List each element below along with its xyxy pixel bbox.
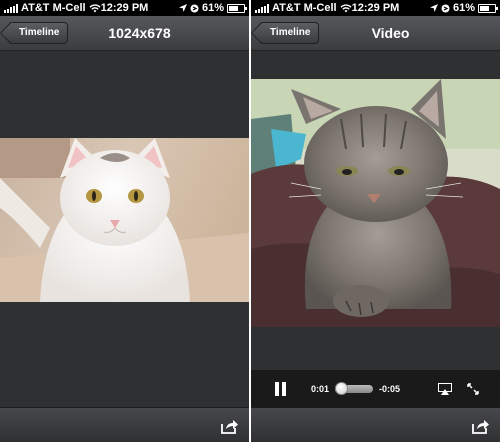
battery-icon [227, 3, 247, 13]
back-button-timeline[interactable]: Timeline [8, 22, 69, 44]
lock-icon [190, 4, 199, 12]
navigation-bar: Timeline 1024x678 [0, 16, 249, 51]
video-controls: 0:01 -0:05 [251, 370, 500, 408]
pause-icon[interactable] [275, 382, 289, 396]
lock-icon [441, 4, 450, 12]
time-remaining: -0:05 [379, 384, 401, 394]
battery-percent: 61% [201, 2, 224, 14]
share-icon[interactable] [219, 416, 239, 436]
battery-percent: 61% [452, 2, 475, 14]
photo-canvas[interactable] [0, 52, 249, 407]
video-scrubber[interactable] [335, 382, 374, 395]
share-icon[interactable] [470, 416, 490, 436]
status-bar: AT&T M-Cell 12:29 PM 61% [0, 0, 249, 16]
photo-viewer-screen: AT&T M-Cell 12:29 PM 61% Timeline 1024x6… [0, 0, 249, 442]
carrier-label: AT&T M-Cell [21, 2, 86, 14]
wifi-icon [340, 3, 352, 12]
location-icon [178, 4, 187, 12]
video-player-screen: AT&T M-Cell 12:29 PM 61% Timeline Video [251, 0, 500, 442]
scrubber-thumb[interactable] [335, 382, 349, 395]
fullscreen-icon[interactable] [467, 383, 479, 395]
signal-icon [255, 3, 269, 13]
wifi-icon [89, 3, 101, 12]
airplay-icon[interactable] [438, 383, 453, 395]
back-button-label: Timeline [270, 27, 311, 38]
status-bar: AT&T M-Cell 12:29 PM 61% [251, 0, 500, 16]
back-button-label: Timeline [19, 27, 60, 38]
location-icon [429, 4, 438, 12]
navigation-bar: Timeline Video [251, 16, 500, 51]
photo-image[interactable] [0, 138, 249, 302]
bottom-toolbar [251, 407, 500, 442]
carrier-label: AT&T M-Cell [272, 2, 337, 14]
video-frame[interactable] [251, 79, 500, 327]
signal-icon [4, 3, 18, 13]
battery-icon [478, 3, 498, 13]
bottom-toolbar [0, 407, 249, 442]
time-elapsed: 0:01 [311, 384, 330, 394]
video-canvas[interactable] [251, 52, 500, 407]
back-button-timeline[interactable]: Timeline [259, 22, 320, 44]
